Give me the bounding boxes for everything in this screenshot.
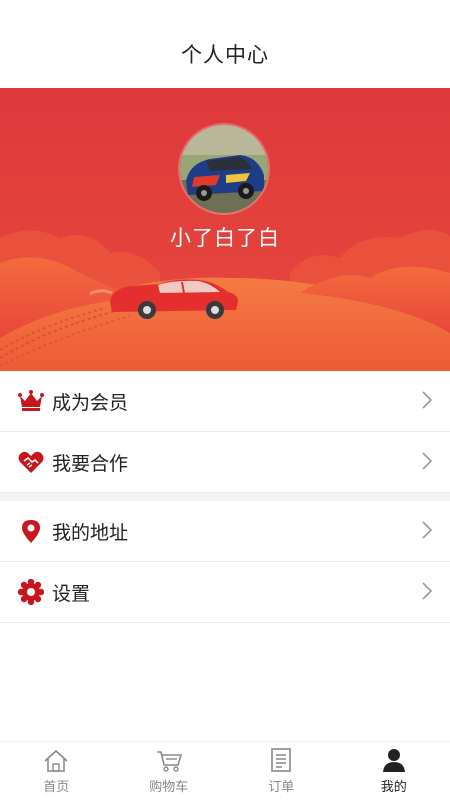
tab-label: 购物车: [149, 780, 189, 795]
menu-group-1: 成为会员 我要合作: [0, 371, 450, 493]
user-icon: [382, 747, 406, 773]
location-pin-icon: [18, 518, 44, 544]
page-title: 个人中心: [181, 43, 269, 67]
menu-item-address[interactable]: 我的地址: [0, 501, 450, 562]
menu-label: 设置: [52, 582, 91, 605]
chevron-right-icon: [422, 521, 432, 539]
chevron-right-icon: [422, 391, 432, 409]
tab-orders[interactable]: 订单: [225, 742, 338, 800]
group-divider: [0, 493, 450, 501]
profile-banner: 小了白了白: [0, 88, 450, 371]
menu-label: 我的地址: [52, 521, 129, 544]
chevron-right-icon: [422, 582, 432, 600]
tab-home[interactable]: 首页: [0, 742, 113, 800]
menu-item-membership[interactable]: 成为会员: [0, 371, 450, 432]
tab-cart[interactable]: 购物车: [113, 742, 226, 800]
gear-icon: [18, 579, 44, 605]
order-list-icon: [269, 747, 293, 773]
cart-icon: [155, 747, 183, 773]
menu-label: 成为会员: [52, 391, 129, 414]
tab-label: 订单: [268, 780, 295, 795]
tab-label: 我的: [380, 780, 407, 795]
crown-icon: [18, 388, 44, 414]
tab-label: 首页: [43, 780, 70, 795]
menu-label: 我要合作: [52, 452, 129, 475]
avatar-image: [180, 125, 268, 213]
menu-item-settings[interactable]: 设置: [0, 562, 450, 623]
home-icon: [43, 747, 69, 773]
tab-bar: 首页 购物车 订单 我的: [0, 741, 450, 800]
chevron-right-icon: [422, 452, 432, 470]
avatar[interactable]: [180, 125, 268, 213]
nav-bar: 个人中心: [0, 0, 450, 88]
username: 小了白了白: [170, 226, 280, 250]
tab-mine[interactable]: 我的: [338, 742, 450, 800]
menu-group-2: 我的地址 设置: [0, 501, 450, 623]
handshake-heart-icon: [18, 449, 44, 475]
menu-item-cooperation[interactable]: 我要合作: [0, 432, 450, 493]
